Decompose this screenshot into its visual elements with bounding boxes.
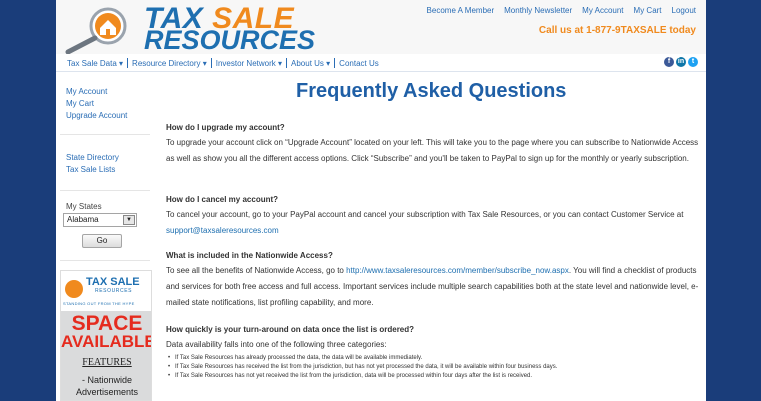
account-links: My Account My Cart Upgrade Account	[66, 86, 127, 122]
sidebar-my-cart[interactable]: My Cart	[66, 98, 127, 110]
ad-feature-line: - Nationwide	[81, 375, 133, 385]
ad-tagline: STANDING OUT FROM THE HYPE	[63, 301, 135, 306]
sidebar-divider	[60, 260, 150, 261]
faq-bullet-list: If Tax Sale Resources has already proces…	[166, 354, 706, 381]
list-item: If Tax Sale Resources has not yet receiv…	[166, 372, 706, 381]
list-item: If Tax Sale Resources has already proces…	[166, 354, 706, 363]
faq-answer: To cancel your account, go to your PayPa…	[166, 210, 684, 235]
faq-question: What is included in the Nationwide Acces…	[166, 251, 333, 260]
facebook-icon[interactable]: f	[664, 57, 674, 67]
ad-features-heading: FEATURES	[82, 357, 132, 368]
subscribe-url-link[interactable]: http://www.taxsaleresources.com/member/s…	[346, 266, 569, 275]
site-logo[interactable]: TAX SALE RESOURCES	[64, 4, 315, 55]
faq-question: How do I cancel my account?	[166, 195, 279, 204]
nav-investor-network[interactable]: Investor Network ▾	[212, 59, 286, 68]
sidebar-upgrade-account[interactable]: Upgrade Account	[66, 110, 127, 122]
sidebar-tax-sale-lists[interactable]: Tax Sale Lists	[66, 164, 119, 176]
sidebar-state-directory[interactable]: State Directory	[66, 152, 119, 164]
directory-links: State Directory Tax Sale Lists	[66, 152, 119, 176]
ad-brand: TAX SALE	[86, 276, 140, 288]
faq-question: How do I upgrade my account?	[166, 123, 285, 132]
twitter-icon[interactable]: t	[688, 57, 698, 67]
logo-text-bottom: RESOURCES	[144, 25, 316, 55]
magnifier-house-icon	[65, 7, 127, 55]
sidebar-divider	[60, 190, 150, 191]
faq-item: How do I upgrade my account? To upgrade …	[166, 122, 706, 167]
logout-link[interactable]: Logout	[672, 6, 696, 15]
support-email-link[interactable]: support@taxsaleresources.com	[166, 226, 279, 235]
faq-item: How quickly is your turn-around on data …	[166, 324, 706, 381]
social-links: f in t	[664, 57, 698, 67]
nav-resource-directory[interactable]: Resource Directory ▾	[128, 59, 211, 68]
chevron-down-icon[interactable]: ▼	[123, 215, 135, 225]
nav-contact-us[interactable]: Contact Us	[335, 59, 383, 68]
phone-number: Call us at 1-877-9TAXSALE today	[538, 25, 696, 36]
top-nav: Become A Member Monthly Newsletter My Ac…	[427, 6, 696, 15]
my-account-link[interactable]: My Account	[582, 6, 623, 15]
header: TAX SALE RESOURCES Become A Member Month…	[56, 0, 706, 55]
advertisement-banner[interactable]: TAX SALE RESOURCES STANDING OUT FROM THE…	[60, 270, 152, 401]
ad-brand-sub: RESOURCES	[95, 288, 133, 294]
page: TAX SALE RESOURCES Become A Member Month…	[56, 0, 706, 401]
ad-body: SPACE AVAILABLE FEATURES - Nationwide Ad…	[61, 311, 152, 400]
go-button[interactable]: Go	[82, 234, 122, 248]
become-member-link[interactable]: Become A Member	[427, 6, 495, 15]
nav-about-us[interactable]: About Us ▾	[287, 59, 334, 68]
faq-question: How quickly is your turn-around on data …	[166, 325, 415, 334]
faq-answer: Data availability falls into one of the …	[166, 340, 387, 349]
states-select[interactable]: Alabama ▼	[63, 213, 137, 227]
faq-answer: To see all the benefits of Nationwide Ac…	[166, 266, 699, 307]
my-states-label: My States	[66, 202, 102, 211]
faq-item: What is included in the Nationwide Acces…	[166, 250, 706, 311]
main-content: Frequently Asked Questions How do I upgr…	[166, 72, 706, 401]
main-nav: Tax Sale Data ▾ Resource Directory ▾ Inv…	[56, 54, 706, 72]
ad-header: TAX SALE RESOURCES STANDING OUT FROM THE…	[61, 271, 151, 315]
page-title: Frequently Asked Questions	[296, 80, 567, 102]
list-item: If Tax Sale Resources has received the l…	[166, 363, 706, 372]
states-select-value: Alabama	[67, 215, 99, 224]
sidebar: My Account My Cart Upgrade Account State…	[56, 72, 152, 401]
nav-tax-sale-data[interactable]: Tax Sale Data ▾	[63, 59, 127, 68]
faq-answer: To upgrade your account click on “Upgrad…	[166, 138, 699, 163]
linkedin-icon[interactable]: in	[676, 57, 686, 67]
faq-item: How do I cancel my account? To cancel yo…	[166, 194, 706, 239]
sidebar-my-account[interactable]: My Account	[66, 86, 127, 98]
house-icon	[65, 280, 83, 298]
sidebar-divider	[60, 134, 150, 135]
ad-feature-line: Advertisements	[75, 387, 139, 397]
newsletter-link[interactable]: Monthly Newsletter	[504, 6, 572, 15]
my-cart-link[interactable]: My Cart	[634, 6, 662, 15]
ad-available-text: AVAILABLE	[61, 332, 152, 351]
ad-space-text: SPACE	[71, 312, 143, 335]
